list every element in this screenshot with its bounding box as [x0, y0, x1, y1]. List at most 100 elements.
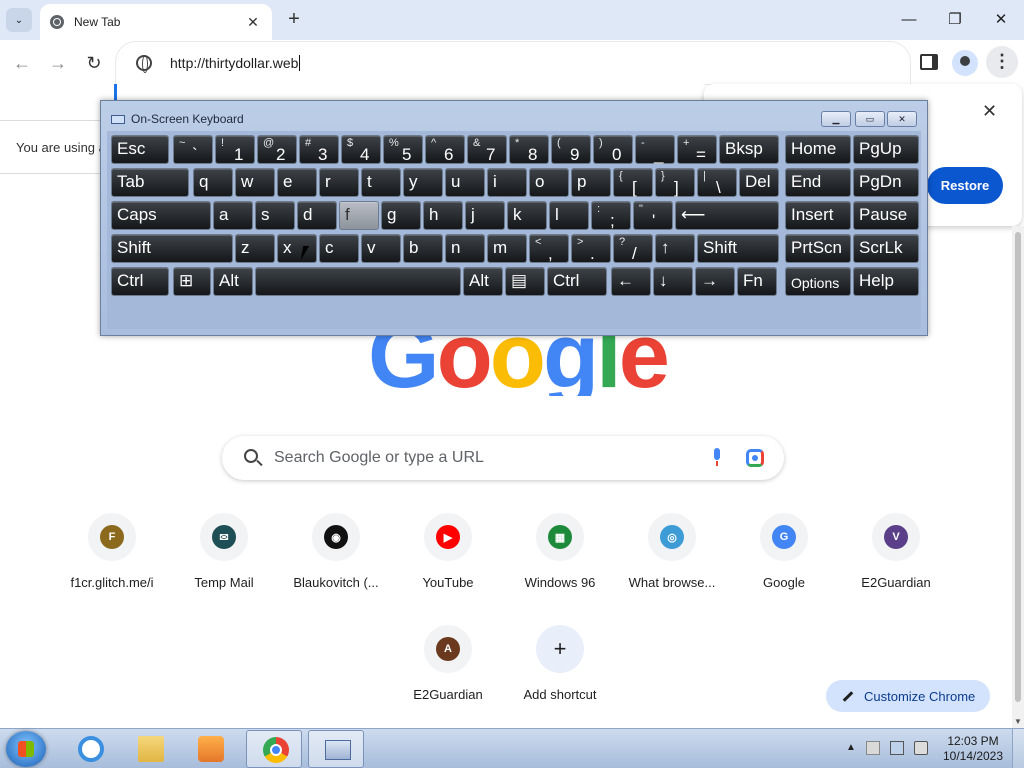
- osk-key[interactable]: Shift: [111, 234, 233, 263]
- forward-button[interactable]: →: [46, 52, 70, 76]
- osk-key[interactable]: Alt: [213, 267, 253, 296]
- tab-new-tab[interactable]: New Tab ✕: [40, 4, 272, 40]
- network-icon[interactable]: [890, 741, 904, 755]
- back-button[interactable]: ←: [10, 52, 34, 76]
- osk-key[interactable]: * 8: [509, 135, 549, 164]
- osk-key[interactable]: Del: [739, 168, 779, 197]
- osk-key[interactable]: ^ 6: [425, 135, 465, 164]
- taskbar-file-explorer[interactable]: [122, 730, 178, 768]
- osk-key[interactable]: + =: [677, 135, 717, 164]
- osk-key[interactable]: z: [235, 234, 275, 263]
- osk-key[interactable]: ScrLk: [853, 234, 919, 263]
- scrollbar-thumb[interactable]: [1015, 232, 1021, 702]
- shortcut-tile[interactable]: ◎ What browse...: [616, 513, 728, 613]
- osk-key[interactable]: e: [277, 168, 317, 197]
- shortcut-tile[interactable]: ▶ YouTube: [392, 513, 504, 613]
- maximize-button[interactable]: ❐: [932, 6, 978, 34]
- osk-key[interactable]: ⊞: [173, 267, 211, 296]
- osk-key[interactable]: r: [319, 168, 359, 197]
- osk-key[interactable]: <,: [529, 234, 569, 263]
- restore-button[interactable]: Restore: [927, 167, 1003, 204]
- taskbar-chrome[interactable]: [246, 730, 302, 768]
- osk-key[interactable]: s: [255, 201, 295, 230]
- chrome-menu-button[interactable]: ⋮: [986, 46, 1018, 78]
- osk-key[interactable]: g: [381, 201, 421, 230]
- osk-key[interactable]: >.: [571, 234, 611, 263]
- tab-search-button[interactable]: ⌄: [6, 8, 32, 32]
- osk-key[interactable]: ? /: [613, 234, 653, 263]
- osk-key[interactable]: - _: [635, 135, 675, 164]
- osk-key[interactable]: k: [507, 201, 547, 230]
- osk-key[interactable]: " ': [633, 201, 673, 230]
- new-tab-button[interactable]: +: [282, 8, 306, 32]
- minimize-button[interactable]: —: [886, 6, 932, 34]
- osk-key[interactable]: ⟵: [675, 201, 779, 230]
- close-icon[interactable]: ✕: [982, 101, 997, 122]
- osk-key[interactable]: Options: [785, 267, 851, 296]
- taskbar-media-player[interactable]: [182, 730, 238, 768]
- microphone-icon[interactable]: [712, 448, 722, 466]
- osk-key[interactable]: t: [361, 168, 401, 197]
- clock[interactable]: 12:03 PM 10/14/2023: [940, 734, 1006, 764]
- osk-key[interactable]: [255, 267, 461, 296]
- show-hidden-icons[interactable]: ▲: [846, 742, 856, 753]
- osk-key[interactable]: c: [319, 234, 359, 263]
- osk-key[interactable]: :;: [591, 201, 631, 230]
- osk-key[interactable]: ←: [611, 267, 651, 296]
- osk-key[interactable]: End: [785, 168, 851, 197]
- osk-key[interactable]: #3: [299, 135, 339, 164]
- osk-key[interactable]: PrtScn: [785, 234, 851, 263]
- osk-key[interactable]: f: [339, 201, 379, 230]
- scroll-down-icon[interactable]: ▼: [1014, 717, 1022, 726]
- search-box[interactable]: Search Google or type a URL: [222, 436, 784, 480]
- shortcut-tile[interactable]: V E2Guardian: [840, 513, 952, 613]
- osk-key[interactable]: ~ `: [173, 135, 213, 164]
- osk-key[interactable]: Insert: [785, 201, 851, 230]
- osk-key[interactable]: q: [193, 168, 233, 197]
- osk-key[interactable]: ↑: [655, 234, 695, 263]
- vertical-scrollbar[interactable]: ▼: [1012, 226, 1024, 728]
- osk-key[interactable]: {[: [613, 168, 653, 197]
- address-bar[interactable]: http://thirtydollar.web: [116, 42, 910, 84]
- osk-key[interactable]: y: [403, 168, 443, 197]
- osk-key[interactable]: m: [487, 234, 527, 263]
- osk-key[interactable]: $4: [341, 135, 381, 164]
- osk-key[interactable]: Home: [785, 135, 851, 164]
- window-close-button[interactable]: ✕: [978, 6, 1024, 34]
- osk-key[interactable]: Alt: [463, 267, 503, 296]
- action-center-icon[interactable]: [866, 741, 880, 755]
- address-input[interactable]: http://thirtydollar.web: [170, 55, 300, 71]
- close-tab-icon[interactable]: ✕: [244, 14, 262, 31]
- add-shortcut-button[interactable]: + Add shortcut: [504, 625, 616, 725]
- osk-key[interactable]: Shift: [697, 234, 779, 263]
- osk-key[interactable]: % 5: [383, 135, 423, 164]
- google-lens-icon[interactable]: [746, 449, 764, 467]
- osk-key[interactable]: Esc: [111, 135, 169, 164]
- shortcut-tile[interactable]: Ff1cr.glitch.me/i: [56, 513, 168, 613]
- osk-key[interactable]: Ctrl: [547, 267, 607, 296]
- osk-key[interactable]: i: [487, 168, 527, 197]
- osk-title-bar[interactable]: On-Screen Keyboard: [111, 112, 244, 126]
- shortcut-tile[interactable]: ✉ Temp Mail: [168, 513, 280, 613]
- osk-key[interactable]: u: [445, 168, 485, 197]
- osk-key[interactable]: @2: [257, 135, 297, 164]
- osk-key[interactable]: PgUp: [853, 135, 919, 164]
- osk-key[interactable]: l: [549, 201, 589, 230]
- taskbar-on-screen-keyboard[interactable]: [308, 730, 364, 768]
- volume-muted-icon[interactable]: [914, 741, 928, 755]
- osk-key[interactable]: b: [403, 234, 443, 263]
- profile-button[interactable]: [952, 50, 978, 76]
- osk-key[interactable]: n: [445, 234, 485, 263]
- osk-key[interactable]: a: [213, 201, 253, 230]
- osk-key[interactable]: & 7: [467, 135, 507, 164]
- osk-key[interactable]: j: [465, 201, 505, 230]
- shortcut-tile[interactable]: ▦ Windows 96: [504, 513, 616, 613]
- osk-key[interactable]: x: [277, 234, 317, 263]
- osk-key[interactable]: ! 1: [215, 135, 255, 164]
- osk-key[interactable]: | \: [697, 168, 737, 197]
- osk-key[interactable]: →: [695, 267, 735, 296]
- osk-key[interactable]: Tab: [111, 168, 189, 197]
- osk-key[interactable]: p: [571, 168, 611, 197]
- osk-minimize-button[interactable]: ▁: [821, 111, 851, 127]
- customize-chrome-button[interactable]: Customize Chrome: [826, 680, 990, 712]
